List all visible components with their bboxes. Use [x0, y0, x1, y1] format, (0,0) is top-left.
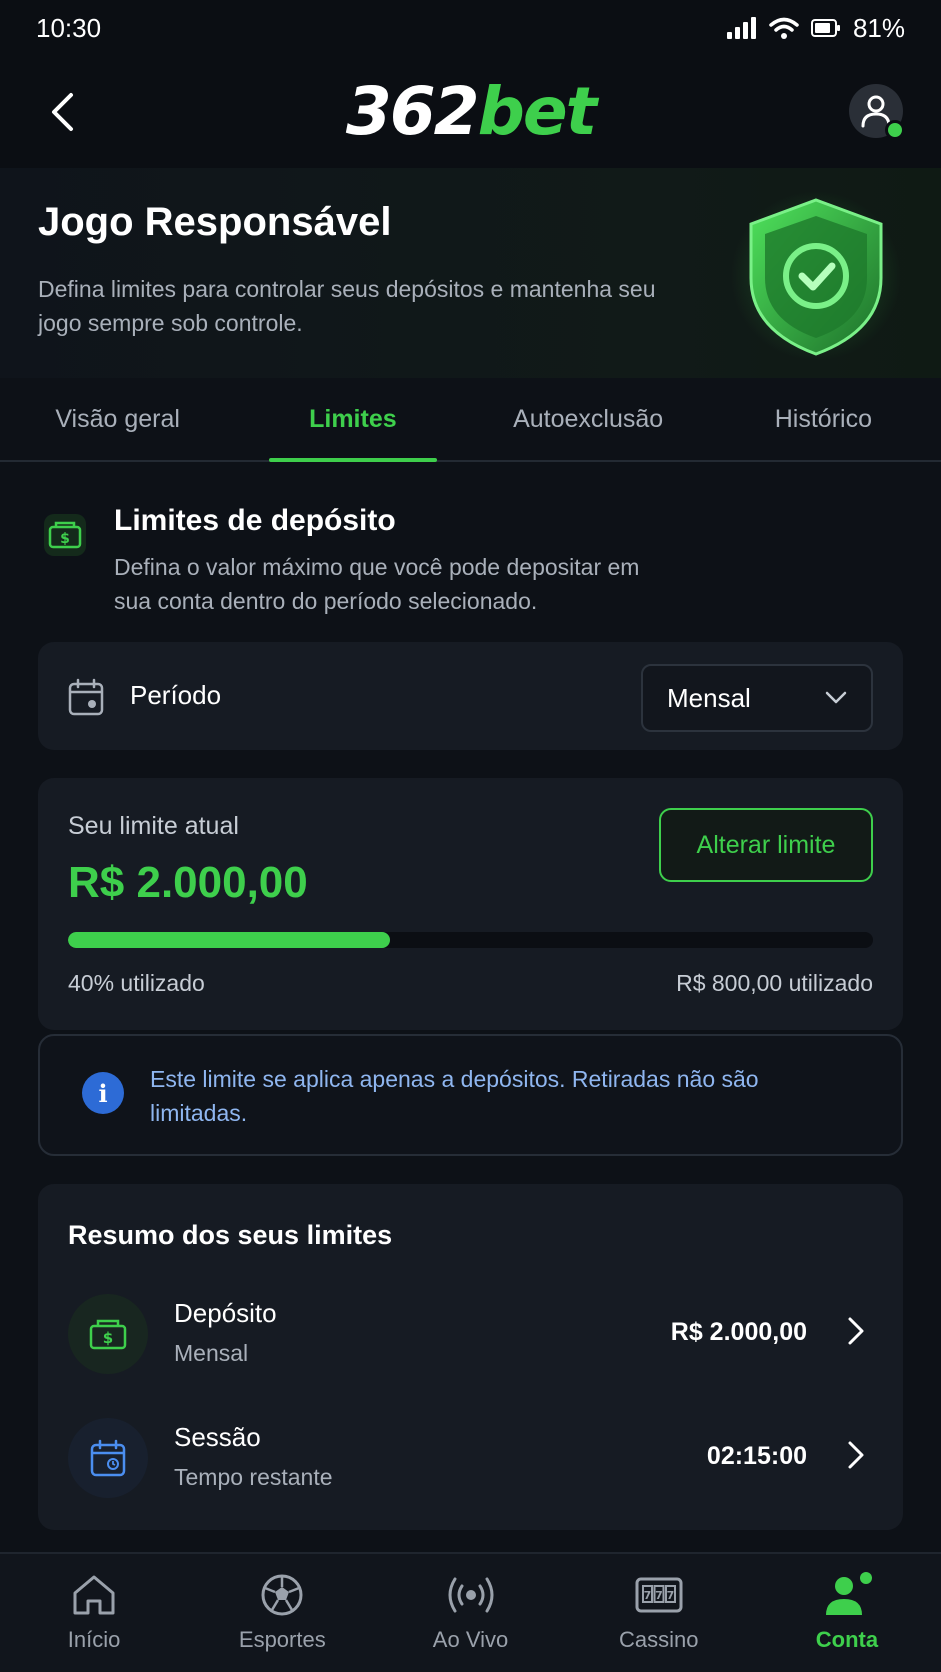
status-bar: 10:30 81%	[0, 0, 941, 56]
tab-limits[interactable]: Limites	[235, 378, 470, 462]
logo-number: 362	[345, 73, 480, 150]
deposit-limits-section: $ Limites de depósito Defina o valor máx…	[38, 500, 898, 620]
money-icon: $	[48, 521, 82, 549]
calendar-icon	[68, 678, 104, 716]
app-header: 362bet	[0, 56, 941, 168]
nav-label: Conta	[815, 1627, 879, 1652]
summary-title: Resumo dos seus limites	[68, 1220, 393, 1250]
current-limit-label: Seu limite atual	[68, 812, 239, 840]
summary-row-deposit[interactable]: $ Depósito Mensal R$ 2.000,00	[38, 1284, 903, 1394]
chevron-left-icon	[52, 93, 73, 131]
back-button[interactable]	[40, 86, 84, 138]
deposit-icon-wrapper: $	[68, 1294, 148, 1374]
live-broadcast-icon	[448, 1577, 493, 1613]
nav-account[interactable]: Conta	[753, 1554, 941, 1672]
slot-machine-icon: 7 7 7	[635, 1577, 683, 1613]
current-limit-value: R$ 2.000,00	[68, 858, 308, 907]
money-icon: $	[89, 1319, 127, 1350]
nav-label: Cassino	[618, 1627, 699, 1652]
chevron-down-icon	[825, 691, 847, 704]
chevron-right-icon	[848, 1441, 864, 1469]
row-value: R$ 2.000,00	[670, 1318, 807, 1346]
tab-bar: Visão geral Limites Autoexclusão Históri…	[0, 378, 941, 462]
limits-summary-card: Resumo dos seus limites $ Depósito Mensa…	[38, 1184, 903, 1530]
current-limit-card: Seu limite atual R$ 2.000,00 Alterar lim…	[38, 778, 903, 1030]
calendar-clock-icon	[90, 1439, 126, 1477]
limit-progress-fill	[68, 932, 390, 948]
status-indicators: 81%	[726, 12, 905, 44]
nav-home[interactable]: Início	[0, 1554, 188, 1672]
change-limit-button[interactable]: Alterar limite	[659, 808, 873, 882]
row-value: 02:15:00	[706, 1442, 807, 1470]
info-text: Este limite se aplica apenas a depósitos…	[150, 1066, 759, 1126]
nav-label: Esportes	[238, 1627, 326, 1652]
nav-label: Ao Vivo	[432, 1627, 509, 1652]
online-status-dot	[885, 120, 905, 140]
nav-label: Início	[67, 1627, 121, 1652]
section-icon-wrapper: $	[44, 514, 86, 556]
section-description: Defina o valor máximo que você pode depo…	[114, 554, 640, 614]
notification-dot	[859, 1572, 872, 1584]
page-title: Jogo Responsável	[38, 200, 392, 244]
shield-check-icon	[731, 191, 901, 361]
info-icon: i	[82, 1072, 124, 1114]
tab-self-exclusion[interactable]: Autoexclusão	[471, 378, 706, 460]
period-select[interactable]: Mensal	[641, 664, 873, 732]
svg-text:7: 7	[643, 1589, 651, 1602]
page-description: Defina limites para controlar seus depós…	[38, 276, 656, 336]
responsible-gaming-hero: Jogo Responsável Defina limites para con…	[0, 168, 941, 378]
home-icon	[73, 1575, 115, 1615]
session-icon-wrapper	[68, 1418, 148, 1498]
summary-row-session[interactable]: Sessão Tempo restante 02:15:00	[38, 1408, 903, 1518]
period-card: Período Mensal	[38, 642, 903, 750]
svg-text:7: 7	[666, 1589, 674, 1602]
period-label: Período	[130, 680, 222, 710]
nav-live[interactable]: Ao Vivo	[376, 1554, 564, 1672]
logo-brand: bet	[477, 73, 598, 150]
limit-progress-bar	[68, 932, 873, 948]
row-title: Sessão	[174, 1422, 261, 1452]
row-subtitle: Tempo restante	[174, 1464, 333, 1490]
signal-icon	[726, 17, 756, 39]
svg-text:$: $	[60, 531, 70, 547]
section-title: Limites de depósito	[114, 504, 396, 537]
svg-text:7: 7	[655, 1589, 663, 1602]
used-amount: R$ 800,00 utilizado	[676, 970, 873, 996]
nav-casino[interactable]: 7 7 7 Cassino	[565, 1554, 753, 1672]
svg-text:$: $	[103, 1329, 113, 1347]
soccer-ball-icon	[261, 1574, 303, 1616]
period-selected-value: Mensal	[667, 682, 751, 713]
nav-sports[interactable]: Esportes	[188, 1554, 376, 1672]
tab-overview[interactable]: Visão geral	[0, 378, 235, 460]
chevron-right-icon	[848, 1317, 864, 1345]
row-title: Depósito	[174, 1298, 277, 1328]
used-percent: 40% utilizado	[68, 970, 205, 996]
tab-history[interactable]: Histórico	[706, 378, 941, 460]
wifi-icon	[769, 17, 799, 39]
brand-logo: 362bet	[346, 79, 597, 145]
row-subtitle: Mensal	[174, 1340, 249, 1366]
profile-button[interactable]	[849, 84, 905, 140]
info-notice: i Este limite se aplica apenas a depósit…	[38, 1034, 903, 1156]
status-time: 10:30	[36, 12, 102, 43]
battery-icon	[810, 19, 840, 37]
battery-percent: 81%	[852, 12, 905, 43]
bottom-navigation: Início Esportes Ao Vivo 7 7 7 Cassino Co…	[0, 1552, 941, 1672]
